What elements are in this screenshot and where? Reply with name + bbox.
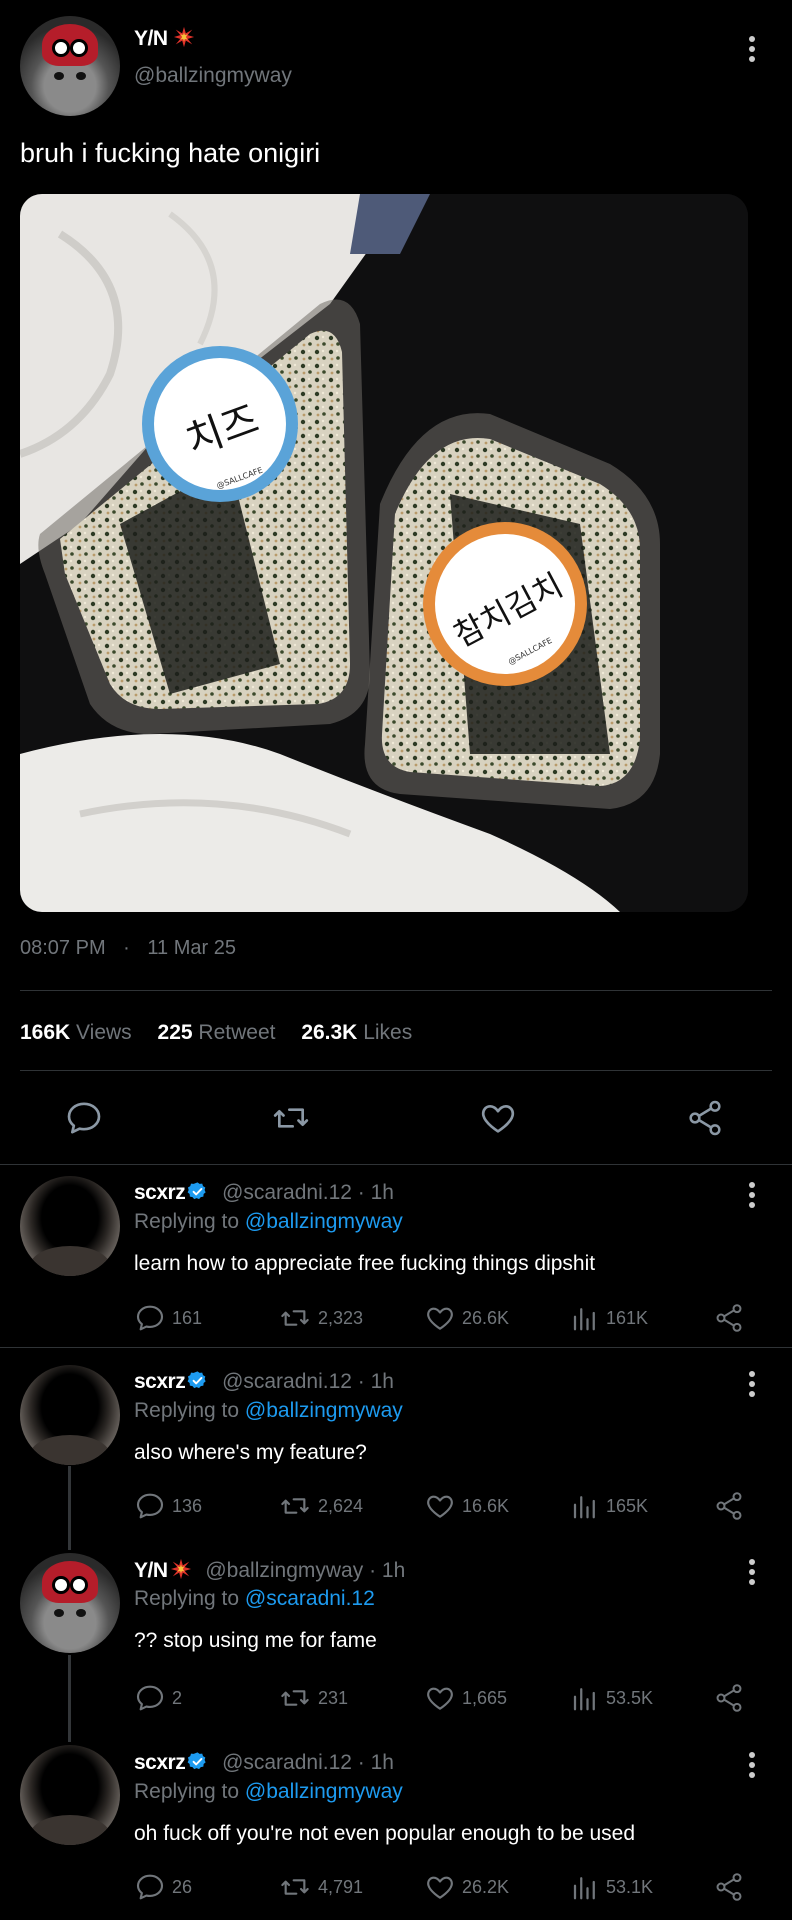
reply-author-name[interactable]: scxrz (134, 1751, 186, 1774)
reply-avatar[interactable] (20, 1553, 120, 1653)
replying-to-link[interactable]: @scaradni.12 (245, 1587, 375, 1610)
like-action[interactable]: 16.6K (424, 1490, 509, 1522)
retweet-action[interactable]: 2,323 (278, 1302, 363, 1334)
reply-avatar[interactable] (20, 1745, 120, 1845)
replying-to: Replying to @ballzingmyway (134, 1210, 403, 1233)
retweet-action[interactable]: 2,624 (278, 1490, 363, 1522)
comment-icon (136, 1874, 164, 1900)
comment-icon (136, 1685, 164, 1711)
reply-avatar[interactable] (20, 1365, 120, 1465)
retweets-stat[interactable]: 225 Retweet (158, 1021, 276, 1044)
more-icon[interactable] (748, 1752, 756, 1778)
thread-line (68, 1655, 71, 1742)
replying-to: Replying to @ballzingmyway (134, 1399, 403, 1422)
replying-to: Replying to @scaradni.12 (134, 1587, 375, 1610)
comment-icon[interactable] (64, 1098, 104, 1138)
verified-icon (187, 1182, 206, 1200)
views-stat[interactable]: 166K Views (20, 1021, 132, 1044)
share-icon[interactable] (684, 1098, 726, 1138)
retweet-icon[interactable] (270, 1098, 312, 1138)
comment-icon (136, 1305, 164, 1331)
more-icon[interactable] (748, 36, 756, 62)
more-icon[interactable] (748, 1371, 756, 1397)
reply-avatar[interactable] (20, 1176, 120, 1276)
tweet-text: bruh i fucking hate onigiri (20, 138, 321, 168)
share-icon[interactable] (713, 1490, 745, 1522)
author-name[interactable]: Y/N (134, 26, 195, 51)
thread-line (68, 1466, 71, 1550)
author-handle[interactable]: @ballzingmyway (134, 64, 292, 88)
more-icon[interactable] (748, 1559, 756, 1585)
views-action[interactable]: 53.5K (570, 1682, 653, 1714)
tweet-timestamp[interactable]: 08:07 PM · 11 Mar 25 (20, 937, 236, 960)
comment-action[interactable]: 26 (134, 1871, 192, 1903)
reply-handle[interactable]: @ballzingmyway (205, 1559, 363, 1582)
divider (0, 1347, 792, 1348)
like-action[interactable]: 1,665 (424, 1682, 507, 1714)
reply-author-name[interactable]: Y/N (134, 1559, 168, 1582)
comment-action[interactable]: 161 (134, 1302, 202, 1334)
retweet-icon (281, 1310, 309, 1326)
like-icon (427, 1495, 453, 1518)
like-action[interactable]: 26.6K (424, 1302, 509, 1334)
share-icon[interactable] (713, 1302, 745, 1334)
verified-icon (187, 1752, 206, 1770)
divider (20, 1070, 772, 1071)
views-action[interactable]: 53.1K (570, 1871, 653, 1903)
like-icon (427, 1307, 453, 1330)
reply-text: also where's my feature? (134, 1441, 367, 1464)
more-icon[interactable] (748, 1182, 756, 1208)
views-icon (573, 1688, 595, 1711)
verified-icon (187, 1371, 206, 1389)
replying-to: Replying to @ballzingmyway (134, 1780, 403, 1803)
reply-header: scxrz @scaradni.12 · 1h (134, 1181, 394, 1204)
retweet-icon (281, 1498, 309, 1514)
author-avatar[interactable] (20, 16, 120, 116)
reply-text: learn how to appreciate free fucking thi… (134, 1252, 596, 1275)
like-icon (427, 1876, 453, 1899)
divider (20, 990, 772, 991)
retweet-icon (281, 1690, 309, 1706)
reply-header: Y/N @ballzingmyway · 1h (134, 1558, 406, 1582)
share-icon[interactable] (713, 1682, 745, 1714)
like-action[interactable]: 26.2K (424, 1871, 509, 1903)
views-action[interactable]: 165K (570, 1490, 648, 1522)
reply-author-name[interactable]: scxrz (134, 1370, 186, 1393)
explosion-icon (170, 1558, 191, 1580)
comment-icon (136, 1493, 164, 1519)
reply-handle[interactable]: @scaradni.12 (222, 1181, 352, 1204)
retweet-icon (281, 1879, 309, 1895)
like-icon[interactable] (477, 1098, 519, 1138)
reply-text: ?? stop using me for fame (134, 1629, 377, 1652)
views-icon (573, 1496, 595, 1519)
retweet-action[interactable]: 4,791 (278, 1871, 363, 1903)
comment-action[interactable]: 136 (134, 1490, 202, 1522)
views-action[interactable]: 161K (570, 1302, 648, 1334)
reply-author-name[interactable]: scxrz (134, 1181, 186, 1204)
reply-header: scxrz @scaradni.12 · 1h (134, 1751, 394, 1774)
reply-header: scxrz @scaradni.12 · 1h (134, 1370, 394, 1393)
like-icon (427, 1687, 453, 1710)
reply-handle[interactable]: @scaradni.12 (222, 1751, 352, 1774)
tweet-stats: 166K Views 225 Retweet 26.3K Likes (20, 1021, 412, 1045)
share-icon[interactable] (713, 1871, 745, 1903)
likes-stat[interactable]: 26.3K Likes (301, 1021, 412, 1044)
tweet-photo[interactable]: 치즈 @SALLCAFE 참치김치 @SALLCAFE (20, 194, 748, 912)
reply-handle[interactable]: @scaradni.12 (222, 1370, 352, 1393)
replying-to-link[interactable]: @ballzingmyway (245, 1210, 403, 1233)
views-icon (573, 1877, 595, 1900)
retweet-action[interactable]: 231 (278, 1682, 348, 1714)
comment-action[interactable]: 2 (134, 1682, 182, 1714)
views-icon (573, 1308, 595, 1331)
reply-text: oh fuck off you're not even popular enou… (134, 1822, 635, 1845)
replying-to-link[interactable]: @ballzingmyway (245, 1780, 403, 1803)
explosion-icon (173, 26, 194, 48)
divider (0, 1164, 792, 1165)
onigiri-photo: 치즈 @SALLCAFE 참치김치 @SALLCAFE (20, 194, 748, 912)
replying-to-link[interactable]: @ballzingmyway (245, 1399, 403, 1422)
